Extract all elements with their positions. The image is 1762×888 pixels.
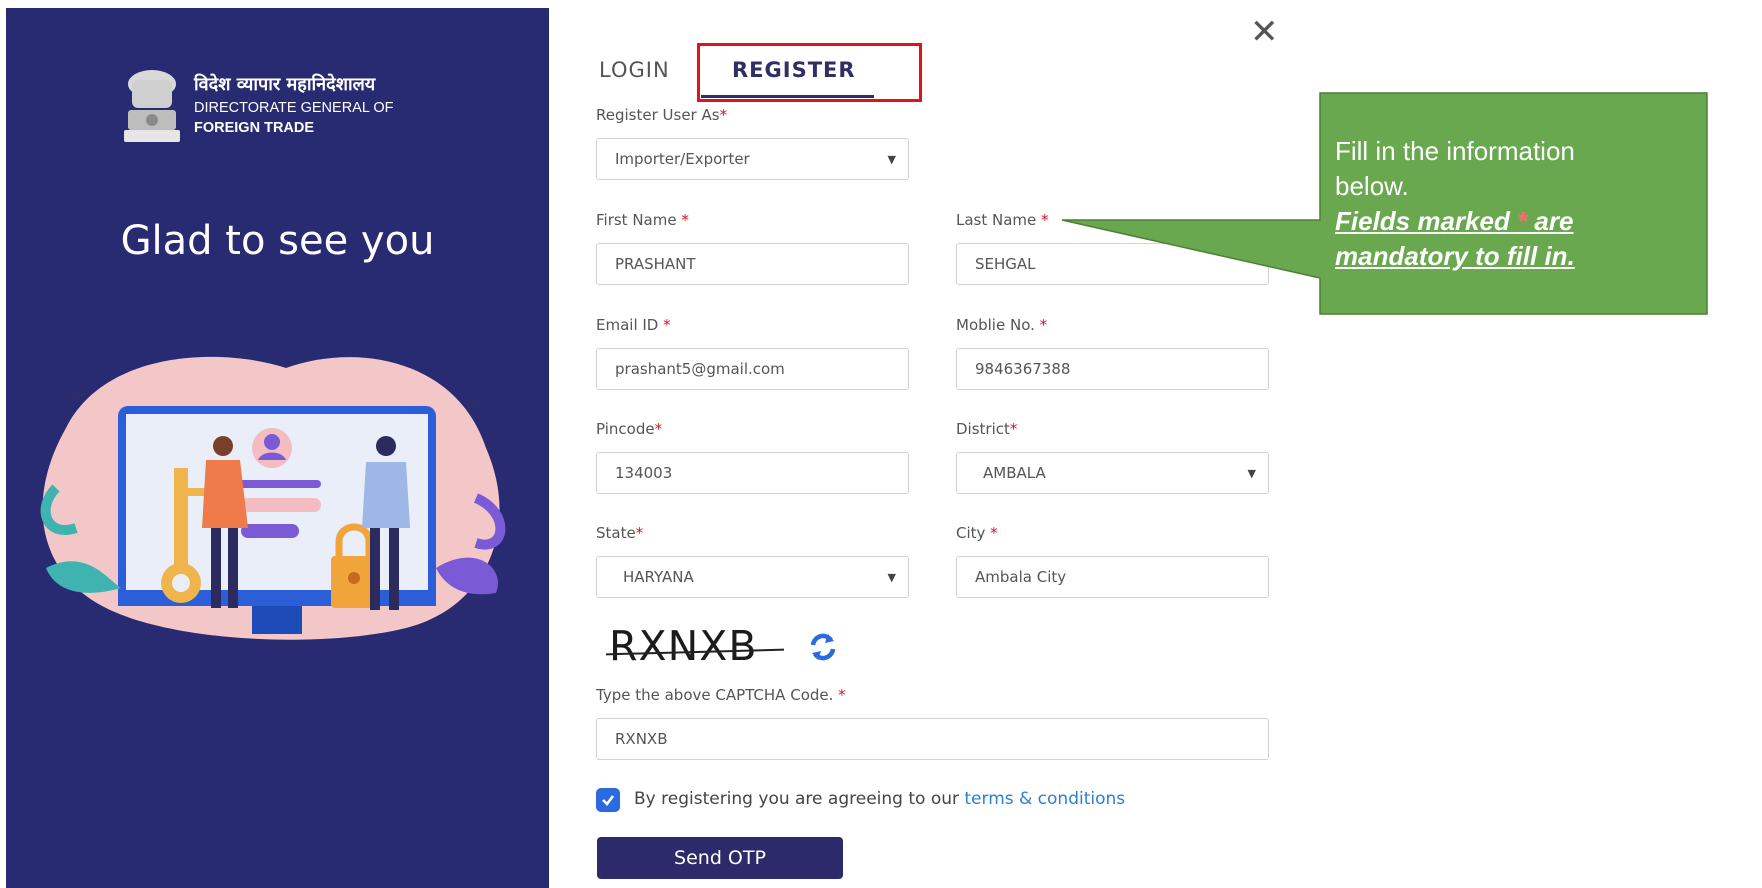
state-label: State* — [596, 524, 644, 542]
register-tab-highlight — [697, 43, 922, 102]
refresh-icon[interactable] — [806, 630, 840, 664]
tab-login[interactable]: LOGIN — [599, 58, 670, 82]
last-name-label: Last Name * — [956, 211, 1049, 229]
mobile-field[interactable]: 9846367388 — [956, 348, 1269, 390]
first-name-label: First Name * — [596, 211, 689, 229]
captcha-label: Type the above CAPTCHA Code. * — [596, 686, 846, 704]
state-select[interactable]: HARYANA ▼ — [596, 556, 909, 598]
emblem-icon — [124, 70, 180, 142]
chevron-down-icon: ▼ — [1247, 466, 1256, 480]
org-name-english-line2: FOREIGN TRADE — [194, 120, 315, 136]
org-name-hindi: विदेश व्यापार महानिदेशालय — [194, 74, 376, 95]
branding-panel: विदेश व्यापार महानिदेशालय DIRECTORATE GE… — [6, 8, 549, 888]
register-as-select[interactable]: Importer/Exporter ▼ — [596, 138, 909, 180]
registration-illustration — [40, 356, 506, 640]
terms-agreement: By registering you are agreeing to our t… — [634, 789, 1126, 809]
check-icon — [602, 795, 615, 806]
district-select[interactable]: AMBALA ▼ — [956, 452, 1269, 494]
terms-checkbox[interactable] — [596, 788, 620, 812]
district-label: District* — [956, 420, 1018, 438]
org-name-english-line1: DIRECTORATE GENERAL OF — [194, 100, 394, 116]
email-label: Email ID * — [596, 316, 671, 334]
chevron-down-icon: ▼ — [887, 570, 896, 584]
city-field[interactable]: Ambala City — [956, 556, 1269, 598]
mobile-label: Moblie No. * — [956, 316, 1048, 334]
first-name-field[interactable]: PRASHANT — [596, 243, 909, 285]
pincode-field[interactable]: 134003 — [596, 452, 909, 494]
city-label: City * — [956, 524, 998, 542]
chevron-down-icon: ▼ — [887, 152, 896, 166]
captcha-field[interactable]: RXNXB — [596, 718, 1269, 760]
email-field[interactable]: prashant5@gmail.com — [596, 348, 909, 390]
instruction-callout: Fill in the information below. Fields ma… — [1335, 134, 1635, 274]
close-icon[interactable]: ✕ — [1250, 12, 1279, 52]
send-otp-button[interactable]: Send OTP — [597, 837, 843, 879]
callout-line1: Fill in the information below. — [1335, 136, 1575, 201]
last-name-field[interactable]: SEHGAL — [956, 243, 1269, 285]
greeting-heading: Glad to see you — [120, 218, 435, 264]
callout-line2: Fields marked * are mandatory to fill in… — [1335, 206, 1575, 271]
pincode-label: Pincode* — [596, 420, 663, 438]
register-as-label: Register User As* — [596, 106, 728, 124]
captcha-image: RXNXB — [609, 622, 758, 670]
terms-link[interactable]: terms & conditions — [964, 789, 1125, 809]
